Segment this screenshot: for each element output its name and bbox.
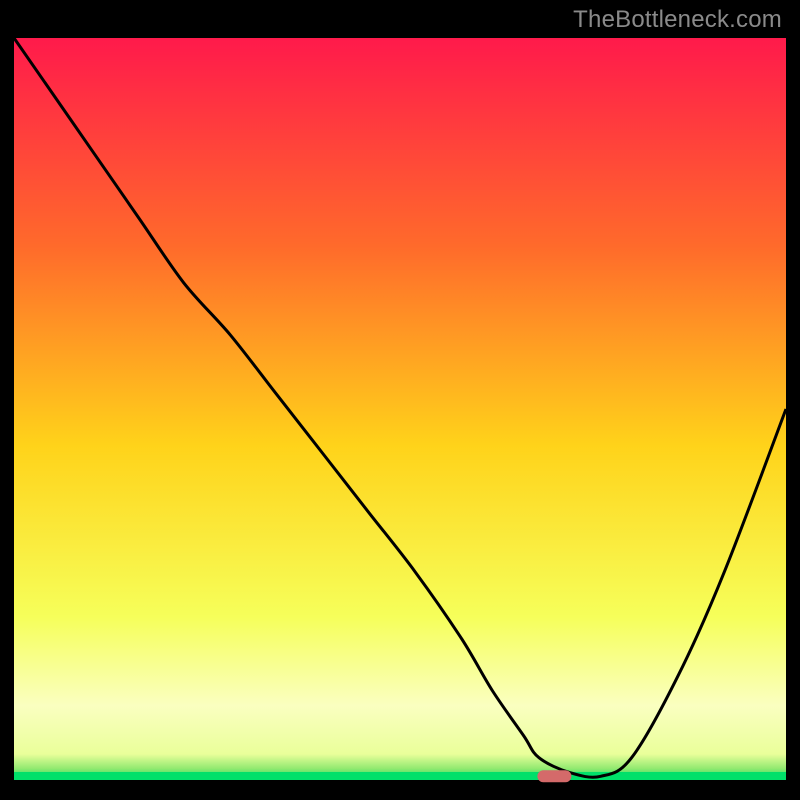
gradient-background [14, 38, 786, 780]
baseline-green [14, 772, 786, 780]
optimum-marker [537, 770, 571, 782]
watermark-text: TheBottleneck.com [573, 6, 782, 34]
bottleneck-plot [14, 10, 786, 790]
chart-frame [14, 10, 786, 790]
